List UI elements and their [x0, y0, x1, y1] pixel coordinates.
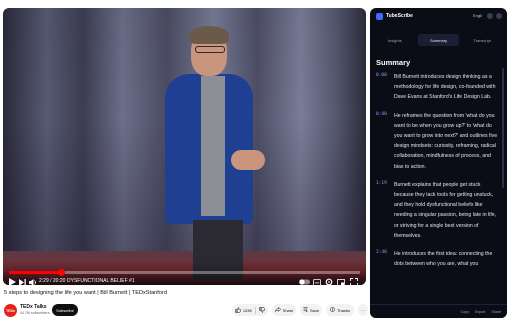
- thumbs-up-icon: [235, 306, 241, 314]
- app-logo-icon: [376, 13, 383, 20]
- speaker-hair: [189, 26, 229, 44]
- summary-text: Bill Burnett introduces design thinking …: [394, 74, 496, 101]
- thumbs-down-icon[interactable]: [259, 306, 266, 314]
- save-icon: [303, 307, 308, 313]
- timestamp-link[interactable]: 2:40: [376, 249, 394, 269]
- video-player[interactable]: 2:29 / 20:20 DYSFUNCTIONAL BELIEF #1: [3, 8, 366, 285]
- settings-gear-icon[interactable]: [325, 277, 333, 285]
- share-icon: [274, 306, 281, 313]
- more-horizontal-icon: ···: [361, 307, 365, 313]
- summary-entry: 0:00 Bill Burnett introduces design thin…: [370, 72, 507, 103]
- summary-panel: TubeScribe Engli Insights Summary Transc…: [370, 8, 507, 318]
- thanks-icon: [330, 307, 335, 313]
- summary-text: He introduces the first idea: connecting…: [394, 251, 493, 268]
- settings-icon[interactable]: [487, 13, 493, 19]
- save-button[interactable]: Save: [300, 304, 322, 316]
- save-label: Save: [309, 307, 320, 313]
- tab-transcript-label: Transcript: [473, 37, 491, 43]
- autoplay-toggle[interactable]: [299, 277, 310, 285]
- speaker: [161, 26, 281, 280]
- thanks-button[interactable]: Thanks: [326, 304, 354, 316]
- summary-text: Burnett explains that people get stuck b…: [394, 181, 497, 239]
- share-button[interactable]: Share: [272, 304, 296, 316]
- thanks-label: Thanks: [336, 307, 351, 313]
- next-icon[interactable]: [19, 277, 26, 285]
- panel-scrollbar[interactable]: [502, 68, 504, 188]
- tab-summary[interactable]: Summary: [417, 34, 460, 46]
- speaker-glasses: [195, 46, 225, 53]
- app-name: TubeScribe: [386, 13, 413, 19]
- time-display: 2:29 / 20:20: [39, 278, 66, 284]
- close-icon[interactable]: [496, 13, 502, 19]
- page: 2:29 / 20:20 DYSFUNCTIONAL BELIEF #1 5 s…: [0, 0, 512, 320]
- more-actions-button[interactable]: ···: [358, 304, 368, 316]
- summary-entries: 0:00 Bill Burnett introduces design thin…: [370, 72, 507, 277]
- tab-summary-label: Summary: [429, 37, 448, 43]
- fullscreen-icon[interactable]: [350, 277, 358, 285]
- tab-insights[interactable]: Insights: [374, 34, 416, 46]
- summary-entry: 2:40 He introduces the first idea: conne…: [370, 249, 507, 269]
- panel-header: TubeScribe Engli: [370, 8, 507, 26]
- panel-share-button[interactable]: Share: [491, 310, 501, 314]
- progress-bar[interactable]: [9, 269, 360, 276]
- video-title: 5 steps to designing the life you want |…: [4, 290, 167, 296]
- speaker-shirt: [201, 76, 225, 216]
- summary-entry: 1:19 Burnett explains that people get st…: [370, 180, 507, 241]
- channel-name[interactable]: TEDx Talks: [20, 304, 47, 310]
- panel-tabs: Insights Summary Transcript: [374, 34, 503, 46]
- subtitles-icon[interactable]: [313, 277, 321, 285]
- subscribe-button[interactable]: Subscribe: [52, 304, 78, 316]
- channel-avatar[interactable]: TEDx: [4, 304, 17, 317]
- timestamp-link[interactable]: 0:40: [376, 111, 394, 172]
- summary-entry: 0:40 He reframes the question from 'what…: [370, 111, 507, 172]
- miniplayer-icon[interactable]: [337, 277, 345, 285]
- copy-button[interactable]: Copy: [461, 310, 469, 314]
- panel-footer: Copy Export Share: [370, 304, 507, 318]
- like-count: 133K: [242, 307, 253, 313]
- tab-insights-label: Insights: [387, 37, 402, 43]
- tab-transcript[interactable]: Transcript: [461, 34, 503, 46]
- subscriber-count: 44.7M subscribers: [20, 311, 50, 315]
- progress-fill: [9, 271, 62, 274]
- like-button[interactable]: 133K: [232, 304, 268, 316]
- volume-icon[interactable]: [29, 277, 37, 285]
- language-select[interactable]: Engli: [473, 13, 482, 18]
- timestamp-link[interactable]: 1:19: [376, 180, 394, 241]
- summary-text: He reframes the question from 'what do y…: [394, 112, 498, 170]
- timestamp-link[interactable]: 0:00: [376, 72, 394, 103]
- chapter-label[interactable]: DYSFUNCTIONAL BELIEF #1: [67, 278, 135, 284]
- export-button[interactable]: Export: [475, 310, 485, 314]
- speaker-hands: [231, 150, 265, 170]
- like-divider: [255, 306, 257, 314]
- play-icon[interactable]: [9, 277, 16, 285]
- share-label: Share: [282, 307, 294, 313]
- summary-heading: Summary: [376, 58, 411, 67]
